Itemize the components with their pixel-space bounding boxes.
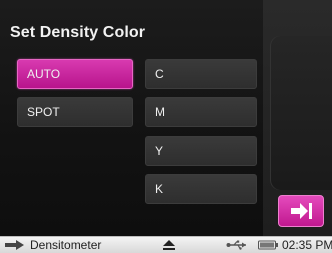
device-screen: Set Density Color AUTO SPOT C M Y K Dens… — [0, 0, 332, 253]
status-app-name: Densitometer — [30, 238, 102, 252]
status-time: 02:35 PM — [282, 238, 332, 252]
eject-icon[interactable] — [163, 240, 175, 250]
black-button-label: K — [155, 182, 164, 196]
auto-button-label: AUTO — [27, 67, 61, 81]
battery-icon — [258, 240, 278, 250]
page-title: Set Density Color — [10, 24, 146, 41]
magenta-button-label: M — [155, 105, 165, 119]
status-bar: Densitometer 02:35 PM — [0, 236, 332, 253]
usb-icon — [226, 240, 246, 250]
magenta-button[interactable]: M — [145, 97, 257, 127]
yellow-button[interactable]: Y — [145, 136, 257, 166]
arrow-right-icon — [5, 240, 24, 250]
arrow-right-to-bar-icon — [291, 203, 312, 219]
next-button[interactable] — [278, 195, 324, 227]
cyan-button-label: C — [155, 67, 164, 81]
cyan-button[interactable]: C — [145, 59, 257, 89]
auto-button[interactable]: AUTO — [17, 59, 133, 89]
right-rail-panel — [270, 36, 332, 190]
spot-button[interactable]: SPOT — [17, 97, 133, 127]
black-button[interactable]: K — [145, 174, 257, 204]
spot-button-label: SPOT — [27, 105, 60, 119]
yellow-button-label: Y — [155, 144, 164, 158]
